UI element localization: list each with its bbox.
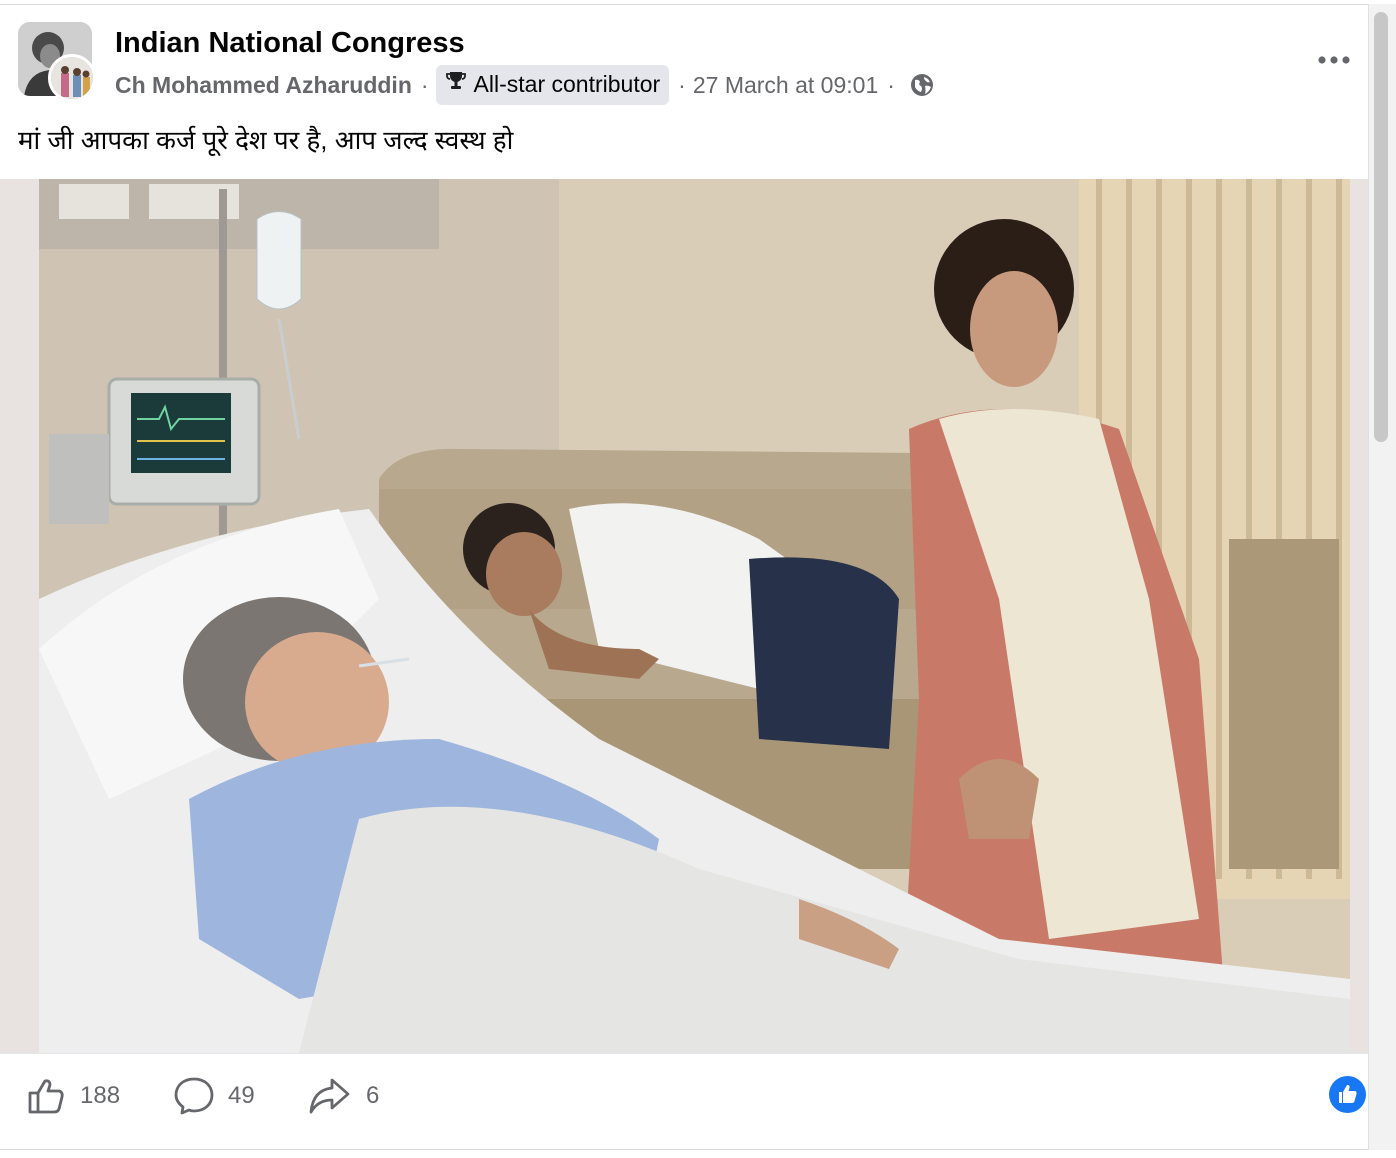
more-dots-icon bbox=[1318, 56, 1350, 64]
globe-icon[interactable] bbox=[910, 73, 934, 97]
meta-separator: · bbox=[420, 71, 429, 98]
post-photo[interactable] bbox=[39, 179, 1350, 1053]
comment-count: 49 bbox=[228, 1082, 255, 1109]
share-icon bbox=[309, 1078, 350, 1114]
comment-button[interactable]: 49 bbox=[174, 1074, 255, 1118]
more-options-button[interactable] bbox=[1312, 45, 1356, 75]
trophy-icon bbox=[444, 69, 468, 99]
like-count: 188 bbox=[80, 1082, 121, 1109]
share-button[interactable]: 6 bbox=[308, 1074, 379, 1118]
post-header: Indian National Congress Ch Mohammed Azh… bbox=[0, 9, 1368, 109]
post-meta: Ch Mohammed Azharuddin · All-star contri… bbox=[115, 65, 934, 105]
scrollbar-thumb[interactable] bbox=[1374, 12, 1388, 442]
share-count: 6 bbox=[366, 1082, 380, 1109]
comment-icon bbox=[174, 1077, 214, 1115]
post-timestamp-link[interactable]: 27 March at 09:01 bbox=[693, 72, 878, 99]
badge-label: All-star contributor bbox=[473, 70, 661, 97]
group-name-link[interactable]: Indian National Congress bbox=[115, 27, 465, 60]
post-actions-bar: 188 49 6 bbox=[0, 1053, 1396, 1151]
post-text: मां जी आपका कर्ज पूरे देश पर है, आप जल्द… bbox=[18, 125, 514, 155]
like-reaction-icon[interactable] bbox=[1329, 1076, 1366, 1113]
scrollbar[interactable] bbox=[1368, 4, 1396, 1150]
contributor-badge[interactable]: All-star contributor bbox=[435, 65, 670, 105]
thumbs-up-icon bbox=[28, 1079, 64, 1114]
author-name-link[interactable]: Ch Mohammed Azharuddin bbox=[115, 72, 412, 99]
author-avatar[interactable] bbox=[48, 54, 96, 102]
post-photo-container[interactable] bbox=[0, 179, 1368, 1053]
like-button[interactable]: 188 bbox=[26, 1074, 120, 1118]
meta-separator: · bbox=[887, 71, 895, 98]
post-card: Indian National Congress Ch Mohammed Azh… bbox=[0, 4, 1396, 1150]
meta-separator: · bbox=[678, 71, 686, 98]
